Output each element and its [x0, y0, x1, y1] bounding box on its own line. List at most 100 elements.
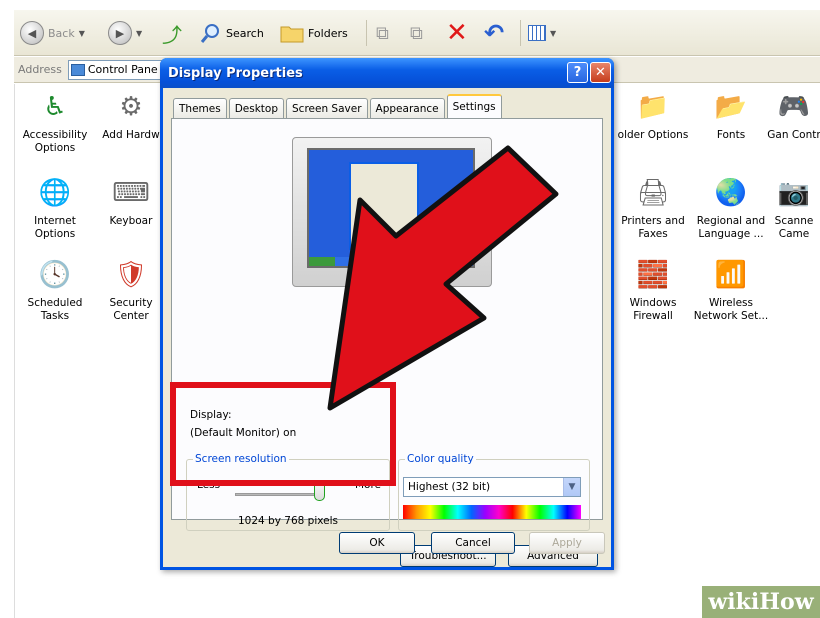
- printers-icon: 🖨: [636, 177, 670, 208]
- cp-item-printers-and-faxes[interactable]: 🖨 Printers and Faxes: [613, 176, 693, 241]
- chevron-down-icon[interactable]: ▼: [563, 478, 580, 496]
- copy-to-button[interactable]: ⧉: [410, 18, 423, 48]
- internet-options-icon: 🌐: [38, 177, 72, 208]
- cp-item-security-center[interactable]: 🛡 Security Center: [91, 258, 171, 323]
- resolution-slider-thumb[interactable]: [314, 481, 325, 501]
- views-icon: [528, 25, 546, 41]
- cp-item-label: older Options: [617, 129, 689, 141]
- forward-button[interactable]: ▶ ▼: [108, 18, 142, 48]
- cp-item-fonts[interactable]: 📂 Fonts: [691, 90, 771, 142]
- tab-label: Desktop: [234, 102, 278, 115]
- cp-item-keyboard[interactable]: ⌨ Keyboar: [91, 176, 171, 228]
- up-folder-icon: ⤴: [162, 22, 182, 47]
- resolution-value: 1024 by 768 pixels: [238, 515, 338, 527]
- cp-item-label: Gan Contr: [767, 129, 820, 141]
- less-label: Less: [197, 479, 221, 491]
- preview-window: [349, 162, 419, 250]
- tab-label: Settings: [452, 101, 496, 113]
- firewall-icon: 🧱: [636, 259, 670, 290]
- views-button[interactable]: ▼: [528, 18, 556, 48]
- tab-settings[interactable]: Settings: [446, 94, 502, 118]
- tab-desktop[interactable]: Desktop: [228, 98, 284, 118]
- dialog-titlebar[interactable]: Display Properties ? ✕: [160, 58, 614, 88]
- monitor-icon: [292, 137, 492, 287]
- tab-label: Appearance: [375, 102, 439, 115]
- up-folder-button[interactable]: ⤴: [162, 18, 182, 48]
- tab-screen-saver[interactable]: Screen Saver: [286, 98, 368, 118]
- cp-item-game-controllers[interactable]: 🎮 Gan Contr: [767, 90, 820, 142]
- color-quality-group: Color quality Highest (32 bit) ▼: [398, 453, 590, 531]
- cp-item-label: Windows Firewall: [629, 297, 677, 322]
- cp-item-internet-options[interactable]: 🌐 Internet Options: [15, 176, 95, 241]
- back-arrow-icon: ◀: [20, 21, 44, 45]
- help-button[interactable]: ?: [567, 62, 588, 83]
- keyboard-icon: ⌨: [112, 177, 150, 208]
- undo-button[interactable]: ↶: [484, 18, 504, 48]
- folders-icon: [280, 26, 304, 43]
- control-panel-icon: [70, 63, 85, 76]
- search-button[interactable]: Search: [200, 18, 264, 48]
- more-label: More: [354, 479, 381, 491]
- cancel-button[interactable]: Cancel: [431, 532, 515, 554]
- display-label: Display:: [190, 409, 232, 421]
- scanners-icon: 📷: [777, 177, 811, 208]
- wikihow-watermark: wikiHow: [702, 586, 820, 618]
- search-label: Search: [226, 26, 264, 40]
- cp-item-windows-firewall[interactable]: 🧱 Windows Firewall: [613, 258, 693, 323]
- screenshot-frame: ◀ Back ▼ ▶ ▼ ⤴ Search Folders ⧉ ⧉ ✕ ↶ ▼ …: [0, 0, 820, 618]
- cp-item-add-hardware[interactable]: ⚙ Add Hardw: [91, 90, 171, 142]
- folders-button[interactable]: Folders: [280, 18, 348, 48]
- folders-label: Folders: [308, 26, 348, 40]
- close-button[interactable]: ✕: [590, 62, 611, 83]
- add-hardware-icon: ⚙: [119, 91, 143, 122]
- ok-button[interactable]: OK: [339, 532, 415, 554]
- tab-appearance[interactable]: Appearance: [369, 98, 445, 118]
- close-icon: ✕: [595, 65, 606, 80]
- cp-item-wireless-network-setup[interactable]: 📶 Wireless Network Set...: [691, 258, 771, 323]
- color-quality-value: Highest (32 bit): [408, 481, 491, 493]
- cp-item-label: Scanne Came: [774, 215, 814, 240]
- cp-item-scheduled-tasks[interactable]: 🕓 Scheduled Tasks: [15, 258, 95, 323]
- cp-item-accessibility-options[interactable]: ♿ Accessibility Options: [15, 90, 95, 155]
- search-icon: [200, 24, 219, 43]
- cp-item-label: Keyboar: [109, 215, 153, 227]
- cp-item-label: Wireless Network Set...: [693, 297, 769, 322]
- screen-resolution-group: Screen resolution Less More 1024 by 768 …: [186, 453, 390, 531]
- color-quality-select[interactable]: Highest (32 bit) ▼: [403, 477, 581, 497]
- cp-item-scanners-and-cameras[interactable]: 📷 Scanne Came: [767, 176, 820, 241]
- address-value: Control Pane: [87, 63, 158, 76]
- monitor-stand: [362, 287, 422, 299]
- regional-icon: 🌏: [714, 177, 748, 208]
- monitor-screen-preview: [307, 148, 475, 268]
- scheduled-tasks-icon: 🕓: [38, 259, 72, 290]
- cp-item-label: Scheduled Tasks: [27, 297, 83, 322]
- wireless-icon: 📶: [714, 259, 748, 290]
- back-button[interactable]: ◀ Back ▼: [20, 18, 85, 48]
- security-center-icon: 🛡: [114, 259, 148, 290]
- apply-button[interactable]: Apply: [529, 532, 605, 554]
- toolbar-separator: [366, 20, 367, 46]
- cp-item-folder-options[interactable]: 📁 older Options: [613, 90, 693, 142]
- settings-tab-panel: Display: (Default Monitor) on Screen res…: [171, 118, 603, 567]
- tab-themes[interactable]: Themes: [173, 98, 227, 118]
- cp-item-regional-and-language[interactable]: 🌏 Regional and Language ...: [691, 176, 771, 241]
- accessibility-icon: ♿: [43, 91, 67, 122]
- dialog-title: Display Properties: [168, 65, 303, 81]
- fonts-icon: 📂: [714, 91, 748, 122]
- move-to-icon: ⧉: [376, 22, 389, 44]
- display-properties-dialog: Display Properties ? ✕ Themes Desktop Sc…: [160, 58, 614, 570]
- display-value: (Default Monitor) on: [190, 427, 297, 439]
- cp-item-label: Add Hardw: [102, 129, 160, 141]
- color-spectrum-bar: [403, 505, 581, 519]
- resolution-slider[interactable]: [235, 493, 325, 496]
- toolbar-separator: [520, 20, 521, 46]
- preview-start-button: [309, 257, 335, 266]
- cp-item-label: Fonts: [716, 129, 746, 141]
- back-label: Back: [48, 26, 75, 40]
- undo-icon: ↶: [484, 19, 505, 47]
- move-to-button[interactable]: ⧉: [376, 18, 389, 48]
- cp-item-label: Regional and Language ...: [696, 215, 766, 240]
- forward-arrow-icon: ▶: [108, 21, 132, 45]
- delete-button[interactable]: ✕: [446, 18, 468, 48]
- screen-resolution-legend: Screen resolution: [195, 453, 287, 465]
